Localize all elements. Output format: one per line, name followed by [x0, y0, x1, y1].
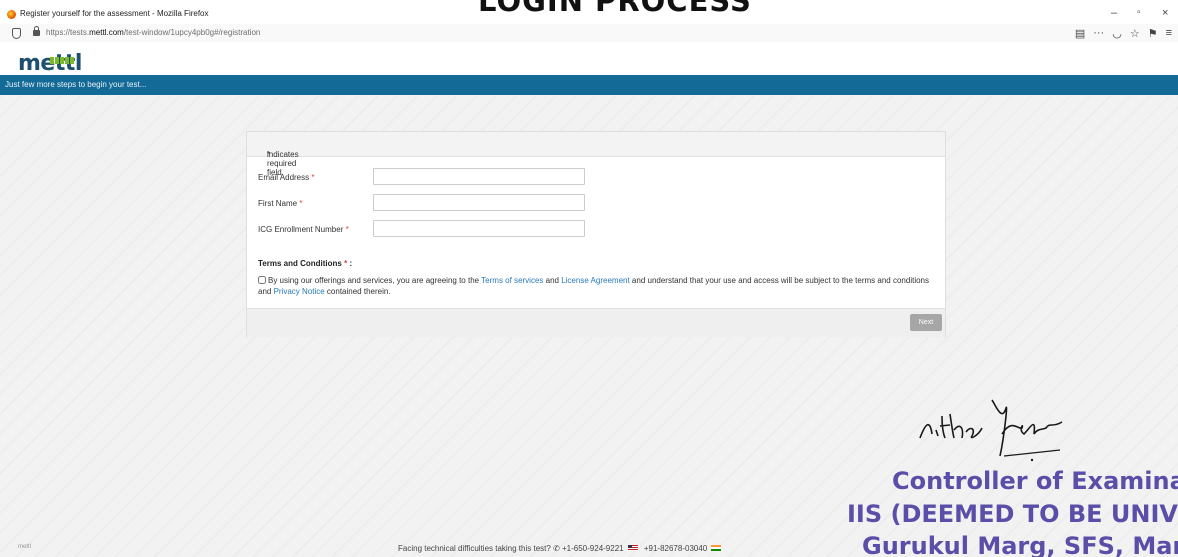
- reader-view-icon[interactable]: ▤: [1075, 27, 1085, 40]
- phone-icon: ✆: [553, 544, 560, 553]
- email-label: Email Address *: [258, 173, 315, 182]
- page-footer: mettl Facing technical difficulties taki…: [0, 540, 1178, 557]
- pocket-icon[interactable]: ◡: [1112, 27, 1122, 40]
- enrollment-number-field[interactable]: [373, 220, 585, 237]
- footer-logo: mettl: [18, 544, 32, 550]
- window-title: Register yourself for the assessment - M…: [20, 9, 209, 18]
- form-footer: Next: [247, 308, 945, 337]
- registration-form: * indicates required field Email Address…: [246, 131, 946, 337]
- banner: Just few more steps to begin your test..…: [0, 75, 1178, 95]
- url-actions: ▤ ··· ◡ ☆ ⚑ ≡: [1075, 25, 1172, 41]
- close-icon[interactable]: ×: [1162, 7, 1168, 19]
- first-name-label: First Name *: [258, 199, 303, 208]
- firefox-icon: [7, 10, 16, 19]
- privacy-notice-link[interactable]: Privacy Notice: [274, 287, 325, 296]
- us-phone[interactable]: +1-650-924-9221: [562, 544, 624, 553]
- enrollment-row: ICG Enrollment Number *: [258, 220, 598, 238]
- mettl-logo[interactable]: mettl: [18, 51, 82, 76]
- stamp-line-2: IIS (DEEMED TO BE UNIVERS: [847, 500, 1178, 528]
- maximize-icon[interactable]: ▫: [1137, 7, 1141, 18]
- signature: [919, 399, 1063, 462]
- support-text: Facing technical difficulties taking thi…: [398, 544, 722, 553]
- terms-checkbox[interactable]: [258, 276, 266, 284]
- address-bar[interactable]: https://tests.mettl.com/test-window/1upc…: [0, 24, 1178, 43]
- form-header: * indicates required field: [247, 132, 945, 177]
- terms-heading: Terms and Conditions * :: [258, 259, 353, 268]
- banner-text: Just few more steps to begin your test..…: [5, 80, 147, 89]
- email-row: Email Address *: [258, 168, 598, 186]
- bookmark-star-icon[interactable]: ☆: [1130, 27, 1140, 40]
- logo-mark-icon: [50, 45, 76, 64]
- stamp-line-1: Controller of Examinatic: [892, 467, 1178, 495]
- overlay-heading: LOGIN PROCESS: [478, 0, 752, 18]
- next-button[interactable]: Next: [910, 314, 942, 331]
- us-flag-icon: [627, 545, 638, 551]
- license-agreement-link[interactable]: License Agreement: [561, 276, 630, 285]
- enrollment-label: ICG Enrollment Number *: [258, 225, 349, 234]
- browser-titlebar: Register yourself for the assessment - M…: [0, 0, 1178, 24]
- menu-icon[interactable]: ≡: [1166, 27, 1172, 39]
- terms-text: By using our offerings and services, you…: [258, 276, 929, 296]
- minimize-icon[interactable]: –: [1111, 7, 1117, 19]
- first-name-row: First Name *: [258, 194, 598, 212]
- india-flag-icon: [711, 545, 722, 551]
- india-phone[interactable]: +91-82678-03040: [644, 544, 707, 553]
- tracking-shield-icon[interactable]: [12, 28, 21, 39]
- first-name-field[interactable]: [373, 194, 585, 211]
- site-header: mettl: [0, 42, 1178, 76]
- url-text[interactable]: https://tests.mettl.com/test-window/1upc…: [46, 28, 260, 37]
- lock-icon[interactable]: [33, 26, 40, 36]
- email-field[interactable]: [373, 168, 585, 185]
- page-actions-icon[interactable]: ···: [1093, 27, 1104, 39]
- terms-of-service-link[interactable]: Terms of services: [481, 276, 543, 285]
- extension-icon[interactable]: ⚑: [1148, 27, 1158, 40]
